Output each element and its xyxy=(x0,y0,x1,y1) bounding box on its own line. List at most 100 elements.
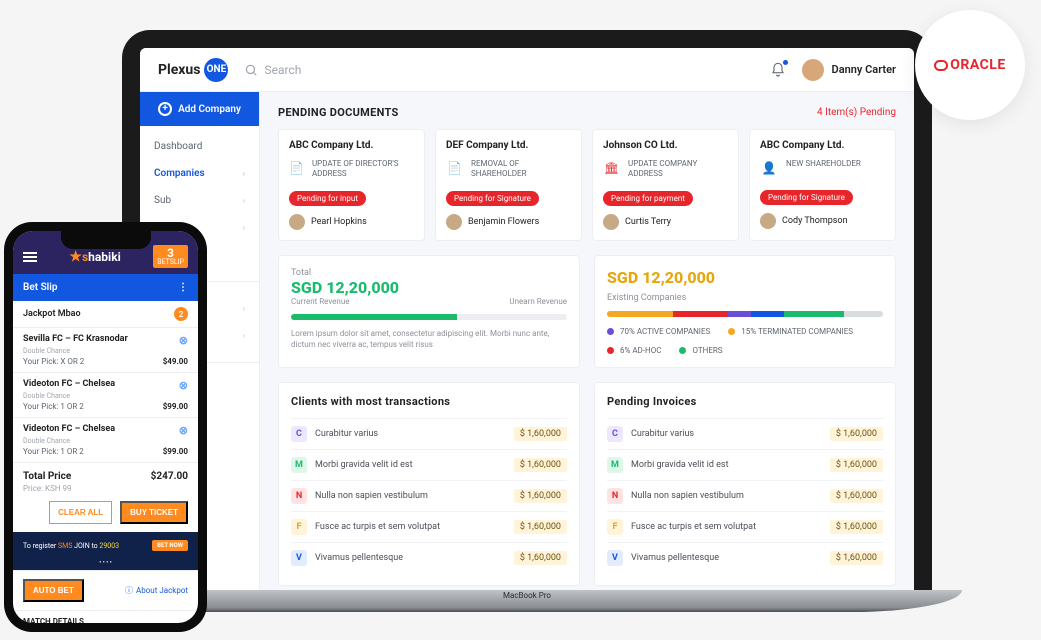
revenue-bar xyxy=(291,314,567,320)
avatar xyxy=(760,213,776,229)
pending-card[interactable]: DEF Company Ltd. 📄 REMOVAL OF SHAREHOLDE… xyxy=(435,129,582,241)
row-letter-badge: C xyxy=(607,426,623,442)
sidebar-item[interactable]: Dashboard xyxy=(140,134,259,159)
row-letter-badge: C xyxy=(291,426,307,442)
current-rev-label: Current Revenue xyxy=(291,297,349,306)
table-row[interactable]: N Nulla non sapien vestibulum $ 1,60,000 xyxy=(291,480,567,511)
row-value: $ 1,60,000 xyxy=(514,551,567,565)
clear-all-button[interactable]: CLEAR ALL xyxy=(49,501,112,524)
match-name: Videoton FC – Chelsea xyxy=(23,424,115,437)
row-name: Nulla non sapien vestibulum xyxy=(315,491,428,501)
add-company-button[interactable]: + Add Company xyxy=(140,92,259,126)
table-row[interactable]: N Nulla non sapien vestibulum $ 1,60,000 xyxy=(607,480,883,511)
table-row[interactable]: V Vivamus pellentesque $ 1,60,000 xyxy=(291,542,567,573)
chevron-right-icon: › xyxy=(243,304,245,313)
pending-count-link[interactable]: 4 Item(s) Pending xyxy=(817,107,896,118)
document-icon: 📄 xyxy=(289,159,304,177)
status-badge: Pending for input xyxy=(289,191,366,206)
legend-dot-icon xyxy=(607,328,614,335)
bet-item: Videoton FC – Chelsea⊗ Double Chance You… xyxy=(13,417,198,462)
bet-item: Videoton FC – Chelsea⊗ Double Chance You… xyxy=(13,372,198,417)
table-row[interactable]: M Morbi gravida velit id est $ 1,60,000 xyxy=(607,449,883,480)
pending-card[interactable]: Johnson CO Ltd. 🏛 UPDATE COMPANY ADDRESS… xyxy=(592,129,739,241)
card-person: Benjamin Flowers xyxy=(468,217,539,227)
row-value: $ 1,60,000 xyxy=(514,427,567,441)
about-jackpot-link[interactable]: ⓘ About Jackpot xyxy=(125,585,188,596)
row-letter-badge: M xyxy=(291,457,307,473)
row-letter-badge: V xyxy=(291,550,307,566)
row-name: Fusce ac turpis et sem volutpat xyxy=(631,522,756,532)
row-name: Morbi gravida velit id est xyxy=(315,460,413,470)
bet-type: Double Chance xyxy=(23,347,188,355)
total-row: Total Price $247.00 Price: KSH 99 xyxy=(13,462,198,501)
table-row[interactable]: C Curabitur varius $ 1,60,000 xyxy=(291,418,567,449)
banner-pager: • • • • xyxy=(13,559,198,570)
card-action: UPDATE OF DIRECTOR'S ADDRESS xyxy=(312,159,414,178)
revenue-total-label: Total xyxy=(291,268,567,278)
app-logo[interactable]: Plexus ONE xyxy=(158,58,228,82)
plus-icon: + xyxy=(158,102,172,116)
companies-panel: SGD 12,20,000 Existing Companies 70% ACT… xyxy=(594,255,896,368)
card-company: DEF Company Ltd. xyxy=(446,140,571,151)
sidebar-item[interactable]: Sub› xyxy=(140,188,259,213)
notifications-bell[interactable] xyxy=(770,62,786,78)
row-letter-badge: N xyxy=(607,488,623,504)
remove-icon[interactable]: ⊗ xyxy=(179,334,188,347)
pending-card[interactable]: ABC Company Ltd. 📄 UPDATE OF DIRECTOR'S … xyxy=(278,129,425,241)
user-menu[interactable]: Danny Carter xyxy=(802,59,896,81)
betslip-title: Bet Slip xyxy=(23,282,58,293)
jackpot-row[interactable]: Jackpot Mbao 2 xyxy=(13,301,198,327)
row-value: $ 1,60,000 xyxy=(830,520,883,534)
companies-bar xyxy=(607,311,883,317)
remove-icon[interactable]: ⊗ xyxy=(179,424,188,437)
logo-text-left: Plexus xyxy=(158,62,200,78)
hamburger-icon[interactable] xyxy=(23,252,37,262)
bet-price: $99.00 xyxy=(163,402,188,411)
bell-icon xyxy=(770,62,786,78)
laptop-base: MacBook Pro xyxy=(92,590,962,612)
buy-ticket-button[interactable]: BUY TICKET xyxy=(120,501,188,524)
bet-price: $99.00 xyxy=(163,447,188,456)
auto-bet-button[interactable]: AUTO BET xyxy=(23,579,84,602)
row-name: Curabitur varius xyxy=(315,429,378,439)
table-row[interactable]: F Fusce ac turpis et sem volutpat $ 1,60… xyxy=(291,511,567,542)
row-value: $ 1,60,000 xyxy=(830,551,883,565)
document-icon: 🏛 xyxy=(603,159,620,177)
status-badge: Pending for Signature xyxy=(446,191,539,206)
bet-now-button[interactable]: BET NOW xyxy=(152,540,188,551)
phone-brand[interactable]: ★shabiki xyxy=(45,249,145,265)
table-row[interactable]: M Morbi gravida velit id est $ 1,60,000 xyxy=(291,449,567,480)
pending-heading: PENDING DOCUMENTS xyxy=(278,106,399,119)
row-letter-badge: F xyxy=(291,519,307,535)
row-letter-badge: N xyxy=(291,488,307,504)
search-input[interactable]: Search xyxy=(244,63,301,77)
table-row[interactable]: C Curabitur varius $ 1,60,000 xyxy=(607,418,883,449)
document-icon: 👤 xyxy=(760,159,778,177)
status-badge: Pending for Signature xyxy=(760,190,853,205)
table-row[interactable]: F Fusce ac turpis et sem volutpat $ 1,60… xyxy=(607,511,883,542)
sidebar-item[interactable]: Companies› xyxy=(140,161,259,186)
info-icon: ⓘ xyxy=(125,585,133,596)
revenue-panel: Total SGD 12,20,000 Current Revenue Unea… xyxy=(278,255,580,368)
table-row[interactable]: V Vivamus pellentesque $ 1,60,000 xyxy=(607,542,883,573)
register-banner[interactable]: To register SMS JOIN to 29003 BET NOW xyxy=(13,532,198,559)
more-icon[interactable]: ⋮ xyxy=(178,282,188,293)
main-content: PENDING DOCUMENTS 4 Item(s) Pending ABC … xyxy=(260,92,914,590)
card-action: UPDATE COMPANY ADDRESS xyxy=(628,159,728,178)
row-name: Morbi gravida velit id est xyxy=(631,460,729,470)
bet-price: $49.00 xyxy=(163,357,188,366)
betslip-badge[interactable]: 3 BETSLIP xyxy=(153,245,188,268)
jackpot-count: 2 xyxy=(174,307,188,321)
phone-screen: ★shabiki 3 BETSLIP Bet Slip ⋮ Jackpot Mb… xyxy=(13,231,198,623)
row-letter-badge: F xyxy=(607,519,623,535)
card-person: Curtis Terry xyxy=(625,217,671,227)
remove-icon[interactable]: ⊗ xyxy=(179,379,188,392)
revenue-note: Lorem ipsum dolor sit amet, consectetur … xyxy=(291,328,567,350)
pending-card[interactable]: ABC Company Ltd. 👤 NEW SHAREHOLDER Pendi… xyxy=(749,129,896,241)
phone-frame: ★shabiki 3 BETSLIP Bet Slip ⋮ Jackpot Mb… xyxy=(4,222,207,632)
row-value: $ 1,60,000 xyxy=(514,520,567,534)
document-icon: 📄 xyxy=(446,159,463,177)
clients-panel: Clients with most transactions C Curabit… xyxy=(278,382,580,586)
oracle-o-icon xyxy=(934,60,948,71)
companies-total: SGD 12,20,000 xyxy=(607,268,883,287)
